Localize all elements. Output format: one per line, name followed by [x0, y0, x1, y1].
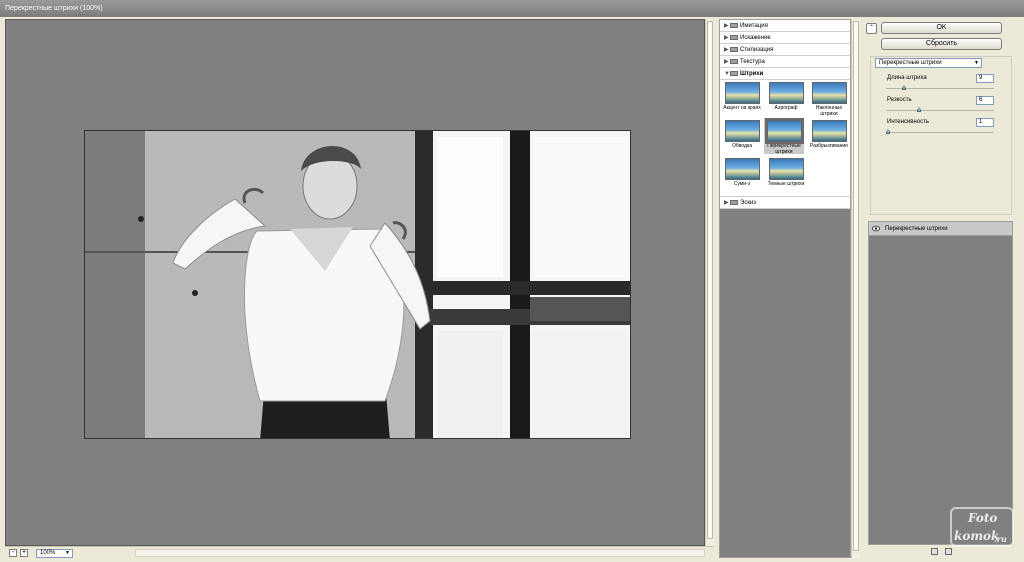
folder-icon	[730, 71, 738, 76]
filter-select-value: Перекрестные штрихи	[879, 60, 942, 66]
thumb-crosshatch[interactable]: Перекрестные штрихи	[764, 118, 804, 154]
effect-layer-row[interactable]: Перекрестные штрихи	[869, 222, 1012, 236]
category-brush-strokes[interactable]: ▼ Штрихи	[720, 68, 850, 80]
category-stylize[interactable]: ▶ Стилизация	[720, 44, 850, 56]
thumb-image	[768, 158, 804, 180]
category-distort[interactable]: ▶ Искажение	[720, 32, 850, 44]
preview-canvas[interactable]	[5, 19, 705, 546]
ok-button[interactable]: OK	[881, 22, 1002, 34]
slider-intensity[interactable]	[886, 129, 994, 134]
param-label-sharpness: Резкость	[887, 97, 912, 103]
chevron-down-icon: ▼	[974, 60, 979, 66]
param-label-intensity: Интенсивность	[887, 119, 930, 125]
chevron-up-icon: ⌃	[868, 25, 875, 31]
folder-icon	[730, 200, 738, 205]
watermark-logo: Foto komok .ru	[950, 505, 1016, 553]
thumb-label: Суми-э	[733, 181, 751, 187]
woman-by-window-photo	[85, 131, 630, 438]
category-imitation[interactable]: ▶ Имитация	[720, 20, 850, 32]
eye-icon[interactable]	[872, 225, 880, 232]
effect-layer-label: Перекрестные штрихи	[885, 226, 948, 232]
gallery-vertical-scrollbar[interactable]	[851, 19, 860, 558]
thumb-image	[764, 118, 804, 144]
slider-stroke-length[interactable]	[886, 85, 994, 90]
watermark-line1: Foto	[968, 511, 998, 525]
effect-layers-panel: Перекрестные штрихи	[868, 221, 1013, 545]
category-label: Имитация	[740, 23, 768, 29]
zoom-select[interactable]: 100% ▼	[36, 549, 73, 558]
category-sketch[interactable]: ▶ Эскиз	[720, 197, 850, 209]
folder-icon	[730, 23, 738, 28]
folder-icon	[730, 59, 738, 64]
thumb-label: Аэрограф	[774, 105, 798, 111]
zoom-in-button[interactable]: +	[20, 549, 28, 557]
folder-icon	[730, 35, 738, 40]
folder-icon	[730, 47, 738, 52]
thumb-angled-strokes[interactable]: Наклонные штрихи	[809, 82, 849, 117]
thumb-sumi-e[interactable]: Суми-э	[722, 158, 762, 188]
thumb-label: Обводка	[731, 143, 753, 149]
zoom-value: 100%	[40, 550, 56, 556]
thumb-ink-outlines[interactable]: Обводка	[722, 120, 762, 150]
thumbnail-grid: Акцент на краях Аэрограф Наклонные штрих…	[720, 80, 850, 197]
filter-gallery: ▶ Имитация ▶ Искажение ▶ Стилизация ▶ Тексту…	[719, 19, 851, 558]
thumb-label: Перекрестные штрихи	[767, 143, 801, 155]
slider-sharpness[interactable]	[886, 107, 994, 112]
thumb-label: Акцент на краях	[723, 105, 761, 111]
watermark-line2: komok	[954, 529, 1000, 543]
thumb-label: Разбрызгивание	[810, 143, 848, 149]
category-label: Стилизация	[740, 47, 774, 53]
watermark-line3: .ru	[994, 534, 1007, 544]
window-title: Перекрестные штрихи (100%)	[0, 0, 1024, 17]
param-label-stroke-length: Длина штриха	[887, 75, 927, 81]
thumb-image	[768, 82, 804, 104]
preview-statusbar: - + 100% ▼	[5, 546, 714, 559]
category-label: Текстура	[740, 59, 765, 65]
thumb-accented-edges[interactable]: Акцент на краях	[722, 82, 762, 112]
thumb-spatter[interactable]: Разбрызгивание	[809, 120, 849, 150]
preview-image	[84, 130, 631, 439]
category-label: Искажение	[740, 35, 771, 41]
thumb-spatter-airbrush[interactable]: Аэрограф	[766, 82, 806, 112]
preview-horizontal-scrollbar[interactable]	[135, 549, 705, 557]
param-input-intensity[interactable]: 1	[976, 118, 994, 127]
category-label: Штрихи	[740, 71, 764, 77]
thumb-image	[724, 120, 760, 142]
category-texture[interactable]: ▶ Текстура	[720, 56, 850, 68]
thumb-dark-strokes[interactable]: Темные штрихи	[766, 158, 806, 188]
thumb-label: Наклонные штрихи	[815, 105, 843, 117]
reset-button[interactable]: Сбросить	[881, 38, 1002, 50]
thumb-image	[724, 82, 760, 104]
collapse-gallery-button[interactable]: ⌃	[866, 23, 877, 34]
filter-select[interactable]: Перекрестные штрихи ▼	[875, 58, 982, 68]
new-effect-layer-button[interactable]	[931, 548, 938, 555]
thumb-label: Темные штрихи	[767, 181, 805, 187]
preview-vertical-scrollbar[interactable]	[705, 19, 714, 546]
param-input-stroke-length[interactable]: 9	[976, 74, 994, 83]
thumb-image	[724, 158, 760, 180]
scroll-thumb[interactable]	[853, 21, 859, 551]
thumb-image	[811, 120, 847, 142]
category-label: Эскиз	[740, 200, 757, 206]
param-input-sharpness[interactable]: 6	[976, 96, 994, 105]
chevron-down-icon: ▼	[65, 550, 70, 556]
zoom-out-button[interactable]: -	[9, 549, 17, 557]
thumb-image	[811, 82, 847, 104]
scroll-thumb[interactable]	[707, 21, 713, 539]
